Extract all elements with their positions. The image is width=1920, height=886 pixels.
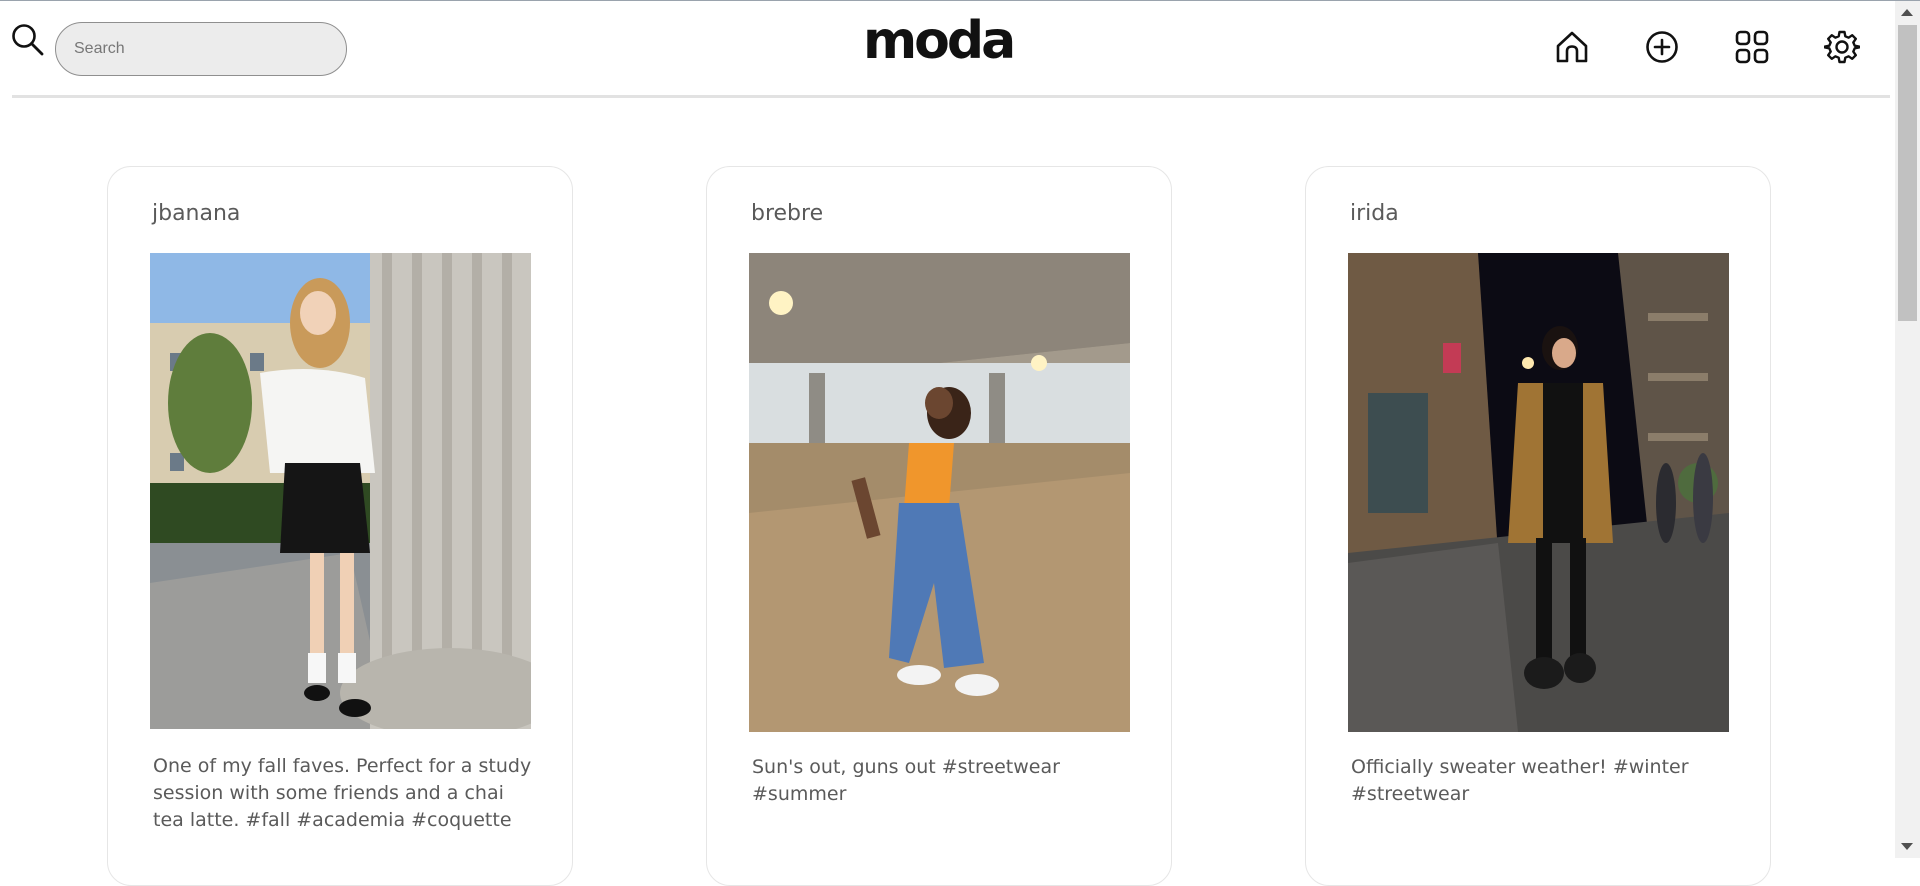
home-button[interactable] — [1552, 27, 1592, 67]
grid-icon — [1735, 30, 1769, 64]
post-photo[interactable] — [150, 253, 531, 729]
scroll-up-arrow-icon[interactable] — [1901, 9, 1913, 16]
vertical-scrollbar[interactable] — [1895, 1, 1920, 858]
post-photo[interactable] — [1348, 253, 1729, 732]
grid-view-button[interactable] — [1732, 27, 1772, 67]
home-icon — [1556, 31, 1588, 63]
gear-icon — [1824, 30, 1860, 64]
post-caption: Sun's out, guns out #streetwear #summer — [752, 756, 1060, 805]
post-card[interactable]: brebre Sun's out, guns out #streetwear #… — [706, 166, 1172, 886]
add-circle-icon — [1646, 31, 1678, 63]
search-input[interactable] — [55, 22, 347, 76]
top-bar: moda — [0, 1, 1895, 97]
post-card[interactable]: jbanana One of my fall faves. Perfect fo… — [107, 166, 573, 886]
app-logo[interactable]: moda — [863, 11, 1016, 71]
scrollbar-thumb[interactable] — [1898, 25, 1917, 321]
create-post-button[interactable] — [1642, 27, 1682, 67]
post-username[interactable]: irida — [1350, 201, 1399, 226]
post-username[interactable]: jbanana — [152, 201, 240, 226]
header-divider — [12, 95, 1890, 98]
scroll-down-arrow-icon[interactable] — [1901, 843, 1913, 850]
search-icon[interactable] — [11, 23, 45, 57]
post-caption: One of my fall faves. Perfect for a stud… — [153, 755, 532, 831]
post-username[interactable]: brebre — [751, 201, 823, 226]
post-card[interactable]: irida Officially sweater weather! #winte… — [1305, 166, 1771, 886]
settings-button[interactable] — [1822, 27, 1862, 67]
post-caption: Officially sweater weather! #winter #str… — [1351, 756, 1689, 805]
post-photo[interactable] — [749, 253, 1130, 732]
